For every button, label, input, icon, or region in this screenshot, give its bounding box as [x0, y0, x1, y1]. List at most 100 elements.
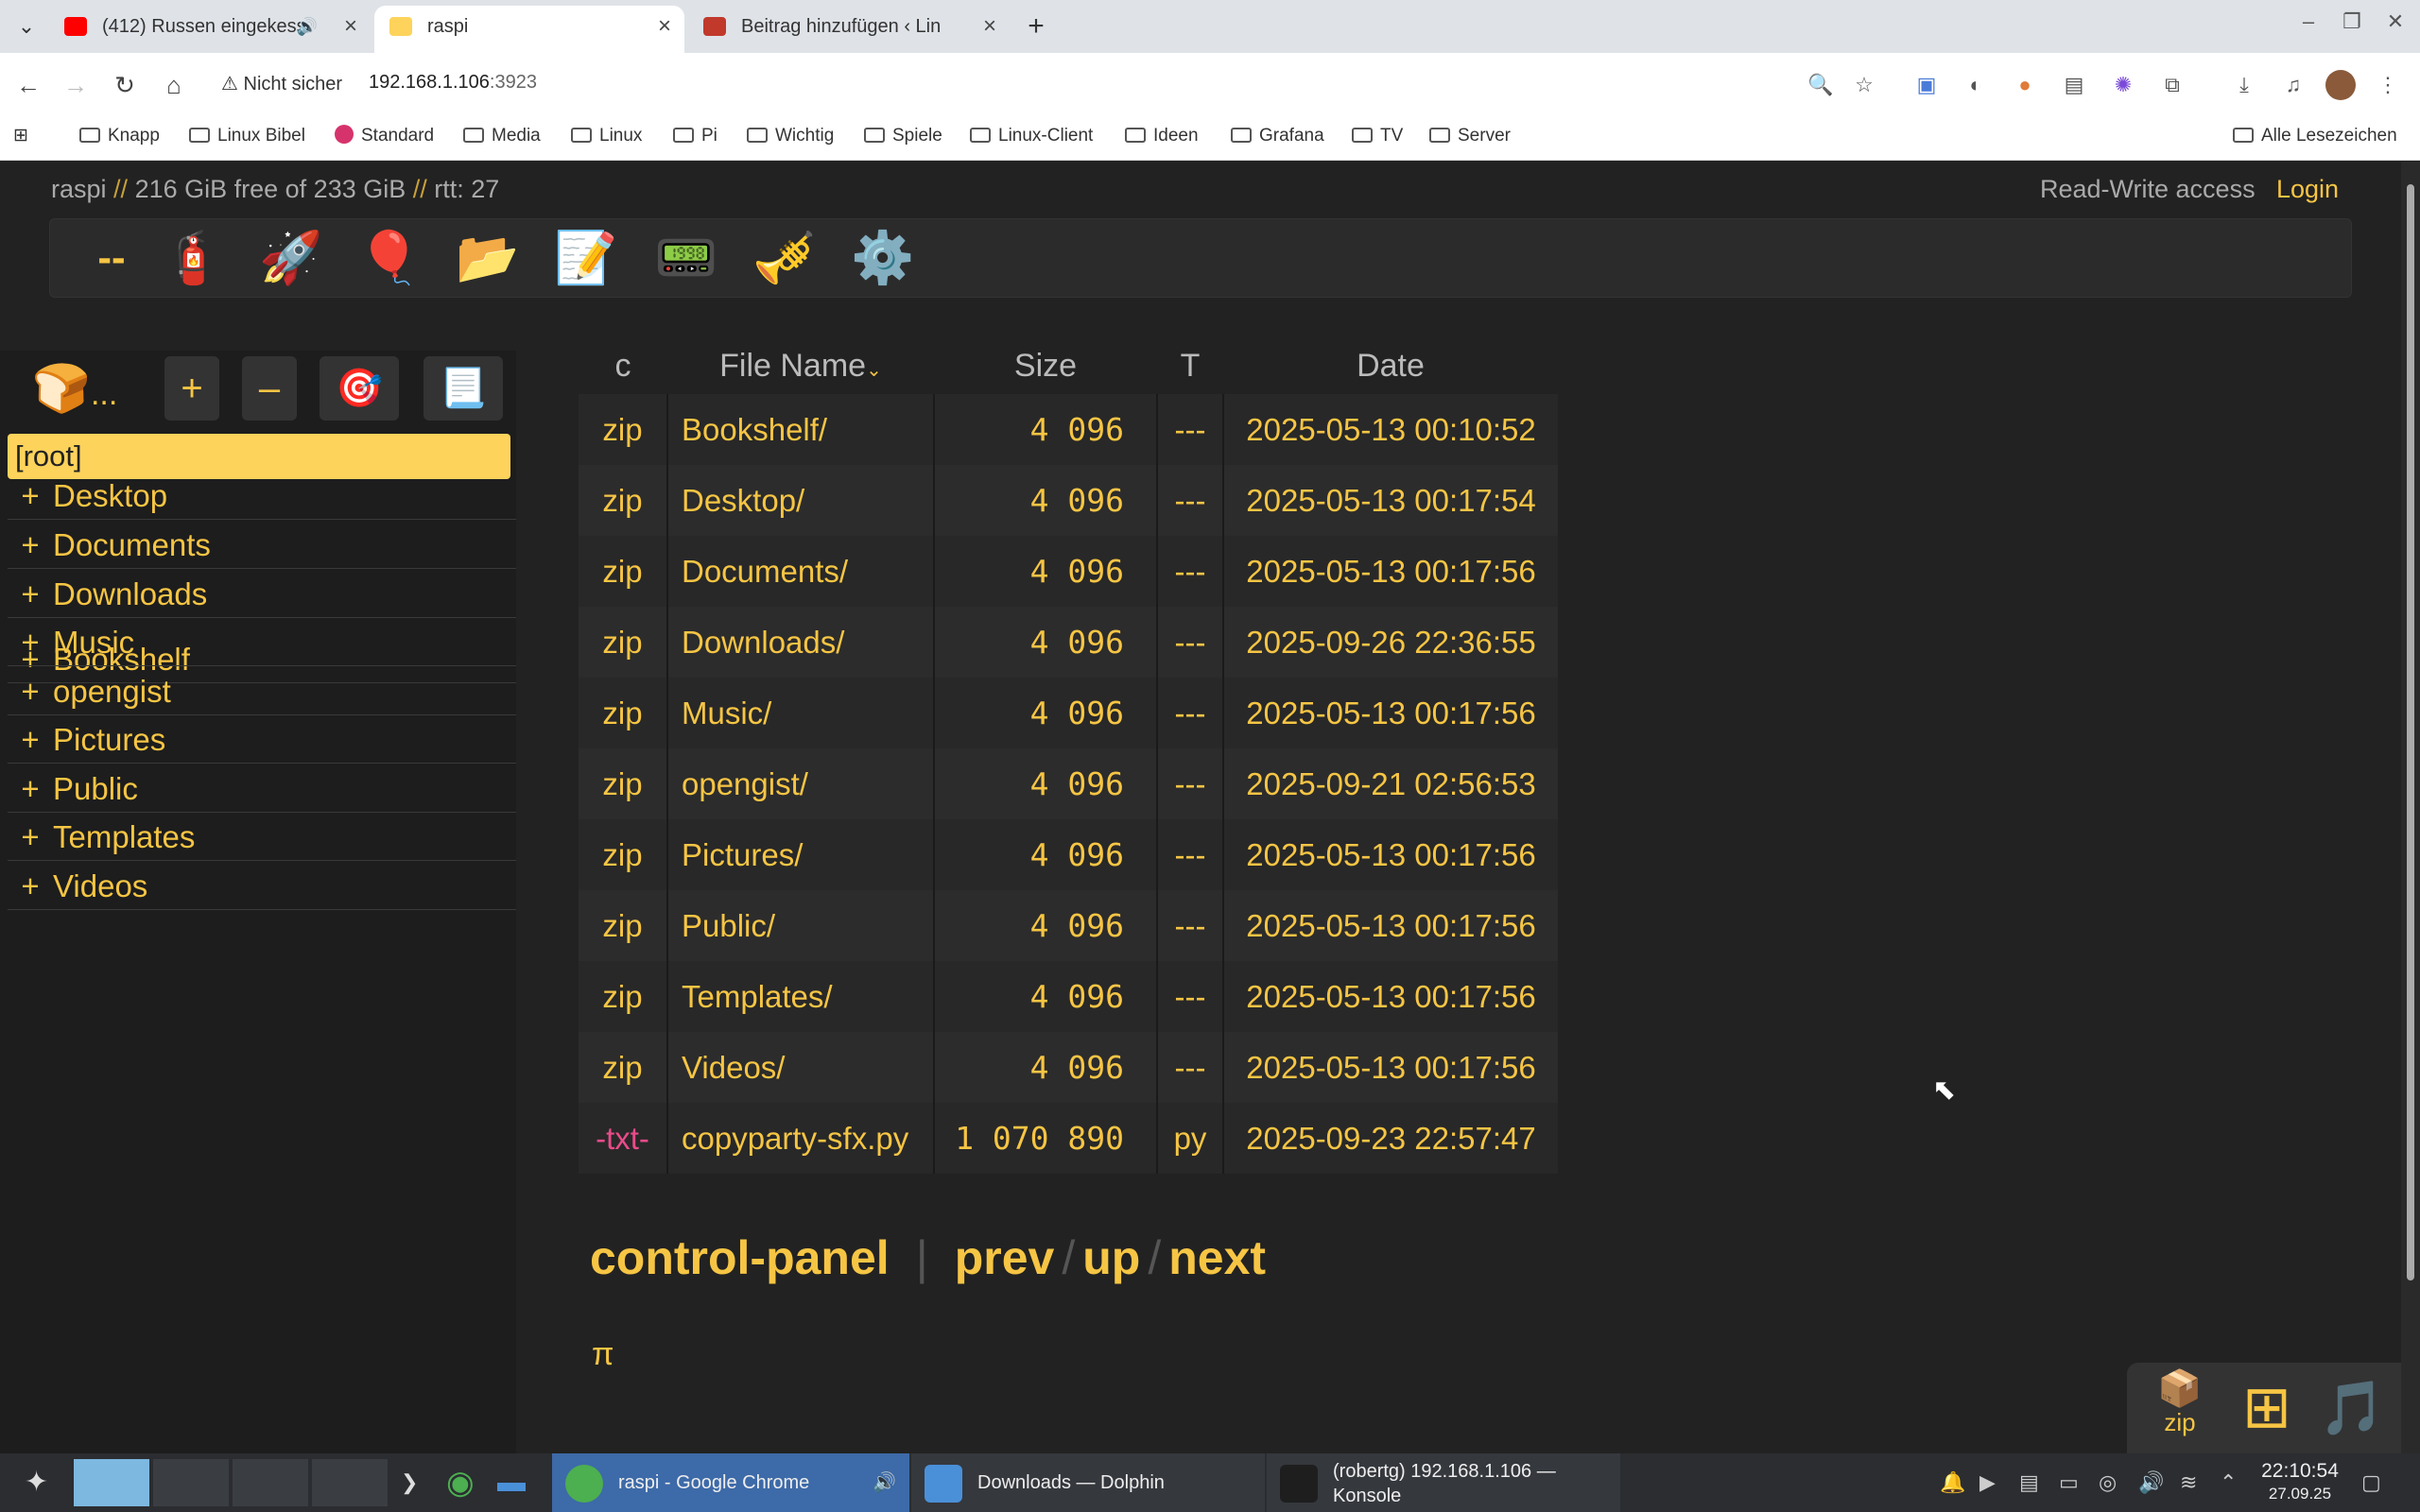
up-link[interactable]: up: [1082, 1231, 1140, 1284]
clipboard-icon[interactable]: ▤: [2019, 1470, 2039, 1495]
tree-collapse-button[interactable]: –: [242, 356, 297, 421]
list-view-icon[interactable]: 📃: [424, 356, 503, 421]
extension-icon[interactable]: ✺: [2108, 70, 2138, 100]
expand-icon[interactable]: +: [8, 522, 53, 569]
txt-link[interactable]: -txt-: [579, 1103, 667, 1174]
zip-link[interactable]: zip: [579, 890, 667, 961]
file-link[interactable]: Public/: [666, 890, 934, 961]
home-icon[interactable]: ⌂: [155, 66, 193, 104]
task-dolphin[interactable]: Downloads — Dolphin: [911, 1453, 1265, 1512]
virtual-desktop[interactable]: [312, 1459, 388, 1506]
tree-item-templates[interactable]: + Templates: [8, 814, 516, 861]
zip-link[interactable]: zip: [579, 607, 667, 678]
zip-link[interactable]: zip: [579, 465, 667, 536]
tree-item-pictures[interactable]: + Pictures: [8, 716, 516, 764]
column-filename[interactable]: File Name⌄: [667, 337, 934, 394]
virtual-desktop[interactable]: [74, 1459, 149, 1506]
wifi-icon[interactable]: ≋: [2180, 1470, 2197, 1495]
menu-dots-icon[interactable]: ⋮: [2373, 70, 2403, 100]
url-text[interactable]: 192.168.1.106:3923: [369, 72, 537, 94]
zip-link[interactable]: zip: [579, 961, 667, 1032]
download-icon[interactable]: ⤓: [2229, 70, 2259, 100]
tree-menu-button[interactable]: 🍞...: [19, 356, 130, 421]
zip-link[interactable]: zip: [579, 819, 667, 890]
column-c[interactable]: c: [579, 337, 667, 394]
zip-link[interactable]: zip: [579, 748, 667, 819]
grid-view-icon[interactable]: ⊞: [2229, 1370, 2305, 1446]
media-control-icon[interactable]: ♫: [2278, 70, 2308, 100]
gear-icon[interactable]: ⚙️: [840, 225, 925, 291]
file-link[interactable]: opengist/: [666, 748, 934, 819]
next-link[interactable]: next: [1168, 1231, 1266, 1284]
file-link[interactable]: Pictures/: [666, 819, 934, 890]
speaker-icon[interactable]: 🔊: [297, 6, 318, 47]
security-warning[interactable]: ⚠ Nicht sicher: [221, 72, 342, 95]
memo-icon[interactable]: 📝: [544, 225, 629, 291]
tree-item-public[interactable]: + Public: [8, 765, 516, 813]
tab-search-button[interactable]: ⌄: [8, 9, 45, 43]
expand-icon[interactable]: +: [8, 668, 53, 715]
device-icon[interactable]: ▭: [2059, 1470, 2079, 1495]
close-tab-icon[interactable]: ×: [658, 6, 671, 47]
tab-linux-bibel[interactable]: Beitrag hinzufügen ‹ Linux-Bibel ×: [688, 6, 1010, 53]
restore-icon[interactable]: ❐: [2333, 9, 2371, 34]
file-link[interactable]: Music/: [666, 678, 934, 748]
apps-grid-icon[interactable]: ⊞: [13, 123, 28, 149]
folder-open-icon[interactable]: 📂: [445, 225, 530, 291]
chrome-icon[interactable]: ◉: [446, 1453, 475, 1512]
forward-icon[interactable]: →: [57, 66, 95, 104]
dolphin-icon[interactable]: ▬: [497, 1453, 526, 1512]
zip-link[interactable]: zip: [579, 536, 667, 607]
balloon-icon[interactable]: 🎈: [347, 225, 432, 291]
extensions-puzzle-icon[interactable]: ⧉: [2157, 70, 2187, 100]
file-link[interactable]: Videos/: [666, 1032, 934, 1103]
column-date[interactable]: Date: [1223, 337, 1558, 394]
bookmark-folder[interactable]: Linux-Client: [970, 123, 1093, 149]
terminal-icon[interactable]: ❯: [401, 1453, 418, 1512]
bookmark-folder[interactable]: Linux Bibel: [189, 123, 305, 149]
reload-icon[interactable]: ↻: [106, 66, 144, 104]
tab-youtube[interactable]: (412) Russen eingekesselt 🔊 ×: [49, 6, 371, 53]
column-type[interactable]: T: [1157, 337, 1223, 394]
clock[interactable]: 22:10:54 27.09.25: [2257, 1459, 2342, 1504]
zip-link[interactable]: zip: [579, 1032, 667, 1103]
new-tab-button[interactable]: +: [1017, 8, 1055, 45]
close-tab-icon[interactable]: ×: [344, 6, 357, 47]
tree-item-music[interactable]: + Music: [8, 619, 516, 666]
bookmark-folder[interactable]: Server: [1429, 123, 1511, 149]
file-link[interactable]: Bookshelf/: [666, 394, 934, 465]
music-player-icon[interactable]: 🎵: [2314, 1370, 2390, 1446]
tree-expand-button[interactable]: +: [164, 356, 219, 421]
extension-icon[interactable]: ◐: [1961, 70, 1991, 100]
control-panel-link[interactable]: control-panel: [590, 1231, 890, 1284]
tree-item-desktop[interactable]: + Desktop: [8, 472, 516, 520]
zip-link[interactable]: zip: [579, 394, 667, 465]
pager-icon[interactable]: 📟: [644, 225, 729, 291]
notifications-icon[interactable]: 🔔: [1940, 1470, 1965, 1495]
task-chrome[interactable]: raspi - Google Chrome 🔊: [552, 1453, 909, 1512]
bookmark-folder[interactable]: Knapp: [79, 123, 160, 149]
page-scrollbar[interactable]: [2401, 162, 2420, 1453]
minimize-icon[interactable]: –: [2290, 9, 2327, 34]
volume-icon[interactable]: 🔊: [2138, 1470, 2164, 1495]
avatar[interactable]: [2325, 70, 2356, 100]
prev-link[interactable]: prev: [955, 1231, 1055, 1284]
translate-icon[interactable]: ▣: [1911, 70, 1942, 100]
file-link[interactable]: Templates/: [666, 961, 934, 1032]
file-link[interactable]: Downloads/: [666, 607, 934, 678]
address-bar[interactable]: ⚠ Nicht sicher 192.168.1.106:3923: [210, 62, 1874, 106]
tree-item-videos[interactable]: + Videos: [8, 863, 516, 910]
tree-item-downloads[interactable]: + Downloads: [8, 571, 516, 618]
login-link[interactable]: Login: [2276, 175, 2339, 204]
expand-icon[interactable]: +: [8, 814, 53, 861]
zoom-icon[interactable]: 🔍: [1806, 70, 1836, 100]
trumpet-icon[interactable]: 🎺: [742, 225, 827, 291]
virtual-desktop[interactable]: [153, 1459, 229, 1506]
all-bookmarks[interactable]: Alle Lesezeichen: [2233, 123, 2397, 149]
expand-icon[interactable]: +: [8, 716, 53, 764]
back-icon[interactable]: ←: [9, 66, 47, 104]
file-link[interactable]: copyparty-sfx.py: [666, 1103, 934, 1174]
bookmark-folder[interactable]: Pi: [673, 123, 717, 149]
bookmark-folder[interactable]: Spiele: [864, 123, 942, 149]
virtual-desktop[interactable]: [233, 1459, 308, 1506]
